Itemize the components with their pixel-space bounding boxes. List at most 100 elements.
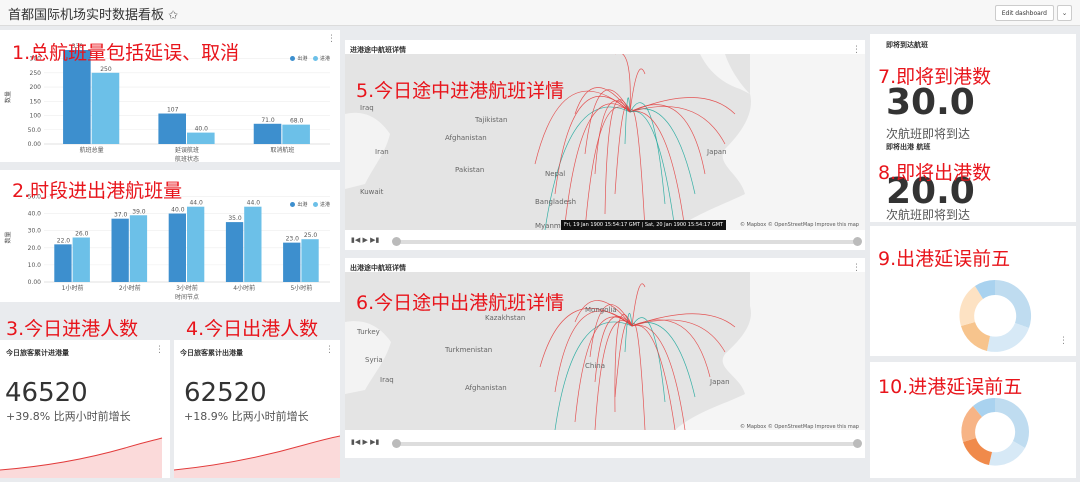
bar-in [187, 206, 205, 282]
annotation-1: 1.总航班量包括延误、取消 [12, 42, 240, 64]
chevron-down-icon[interactable]: ⌄ [1057, 5, 1072, 21]
favorite-star-icon[interactable]: ✩ [168, 8, 178, 22]
y-tick-label: 40.0 [28, 211, 42, 218]
map-label: Turkey [356, 328, 380, 336]
bar-value-label: 250 [100, 66, 112, 73]
x-tick-label: 3小时前 [176, 284, 198, 292]
arriving-soon-label: 次航班即将到达 [886, 127, 971, 141]
x-tick-label: 4小时前 [233, 284, 255, 292]
annotation-6: 6.今日途中出港航班详情 [356, 292, 565, 314]
legend-out: 出港 [297, 56, 308, 62]
map-label: Nepal [545, 170, 565, 178]
annotation-2: 2.时段进出港航班量 [12, 180, 183, 202]
annotation-3: 3.今日进港人数 [6, 318, 139, 340]
y-tick-label: 20.0 [28, 245, 42, 252]
bar-out [253, 123, 282, 144]
y-axis-title: 数量 [4, 91, 12, 103]
bar-in [282, 124, 310, 144]
map-label: Syria [365, 356, 383, 364]
slider-start-handle[interactable] [392, 439, 401, 448]
x-tick-label: 2小时前 [119, 284, 141, 292]
map-label: Afghanistan [465, 384, 507, 392]
map-attribution[interactable]: © Mapbox © OpenStreetMap Improve this ma… [740, 424, 859, 430]
y-tick-label: 30.0 [28, 228, 42, 235]
x-axis-title: 时间节点 [175, 293, 199, 301]
time-slider[interactable] [395, 442, 857, 446]
bar-value-label: 37.0 [114, 212, 128, 219]
bar-value-label: 22.0 [57, 237, 71, 244]
slider-end-handle[interactable] [853, 439, 862, 448]
bar-out [168, 213, 186, 282]
bar-value-label: 39.0 [132, 208, 146, 215]
panel-title: 即将到达航班 [886, 41, 928, 49]
bar-value-label: 23.0 [286, 236, 300, 243]
x-tick-label: 航班总量 [80, 146, 104, 154]
map-label: Japan [709, 378, 730, 386]
bar-out [111, 218, 129, 282]
map-attribution[interactable]: © Mapbox © OpenStreetMap Improve this ma… [740, 222, 859, 228]
edit-dashboard-button[interactable]: Edit dashboard [994, 5, 1054, 21]
bar-value-label: 44.0 [189, 200, 203, 207]
slider-end-handle[interactable] [853, 237, 862, 246]
bar-value-label: 25.0 [304, 232, 318, 239]
time-range-tooltip: Fri, 19 Jan 1900 15:54:17 GMT | Sat, 20 … [561, 220, 727, 230]
bar-out [54, 244, 72, 282]
x-tick-label: 取消航班 [270, 146, 294, 154]
slider-start-handle[interactable] [392, 237, 401, 246]
bar-in [129, 215, 148, 282]
bar-in [91, 72, 120, 144]
annotation-10: 10.进港延误前五 [878, 376, 1023, 398]
map-label: China [585, 362, 605, 370]
map-label: Iraq [380, 376, 394, 384]
y-axis-title: 数量 [4, 231, 12, 243]
departing-soon-label: 次航班即将到达 [886, 208, 971, 222]
x-tick-label: 5小时前 [290, 284, 312, 292]
map-label: Mongolia [585, 306, 617, 314]
bar-value-label: 40.0 [195, 126, 209, 133]
map-label: Turkmenistan [444, 346, 492, 354]
map-label: Japan [706, 148, 727, 156]
arriving-soon-panel: 即将到达航班 30.0 次航班即将到达 [870, 34, 1076, 144]
y-tick-label: 10.0 [28, 262, 42, 269]
bar-value-label: 44.0 [247, 200, 261, 207]
inbound-map-panel: 进港途中航班详情 ⋮ Tajikistan Afghanistan Pakist… [345, 40, 865, 250]
y-tick-label: 100 [30, 113, 42, 120]
map-label: Kazakhstan [485, 314, 525, 322]
inbound-passengers-panel: 今日旅客累计进港量 ⋮ 46520 +39.8% 比两小时前增长 [0, 340, 170, 478]
bar-value-label: 68.0 [290, 118, 304, 125]
playback-controls-icon[interactable]: ▮◀ ▶ ▶▮ [351, 236, 379, 244]
legend-out: 出港 [297, 202, 308, 208]
dashboard-title: 首都国际机场实时数据看板 ✩ [8, 8, 179, 23]
bar-value-label: 35.0 [228, 215, 242, 222]
dashboard-header: 首都国际机场实时数据看板 ✩ Edit dashboard ⌄ [0, 0, 1080, 26]
map-label: Bangladesh [535, 198, 576, 206]
x-tick-label: 1小时前 [62, 284, 84, 292]
playback-controls-icon[interactable]: ▮◀ ▶ ▶▮ [351, 438, 379, 446]
outbound-trend-sparkline [174, 435, 340, 478]
bar-in [187, 132, 215, 144]
x-axis-title: 航班状态 [175, 155, 199, 162]
map-label: Iraq [360, 104, 374, 112]
y-tick-label: 50.0 [28, 127, 42, 134]
bar-out [283, 242, 301, 282]
bar-in [244, 206, 262, 282]
bar-value-label: 107 [167, 107, 179, 114]
time-slider[interactable] [395, 240, 857, 244]
bar-value-label: 40.0 [171, 207, 185, 214]
chart2-legend: 出港 进港 [286, 201, 330, 208]
map-label: Tajikistan [474, 116, 507, 124]
bar-out [158, 113, 186, 144]
bar-out [225, 222, 244, 282]
map-label: Kuwait [360, 188, 384, 196]
outbound-passengers-panel: 今日旅客累计出港量 ⋮ 62520 +18.9% 比两小时前增长 [174, 340, 340, 478]
map-label: Iran [375, 148, 389, 156]
y-tick-label: 250 [30, 70, 42, 77]
annotation-9: 9.出港延误前五 [878, 248, 1011, 270]
bar-value-label: 71.0 [261, 117, 275, 124]
y-tick-label: 200 [30, 84, 42, 91]
panel-menu-icon[interactable]: ⋮ [327, 34, 336, 44]
annotation-7: 7.即将到港数 [878, 66, 992, 88]
y-tick-label: 0.00 [28, 279, 42, 286]
legend-in: 进港 [319, 56, 330, 62]
y-tick-label: 150 [30, 98, 42, 105]
